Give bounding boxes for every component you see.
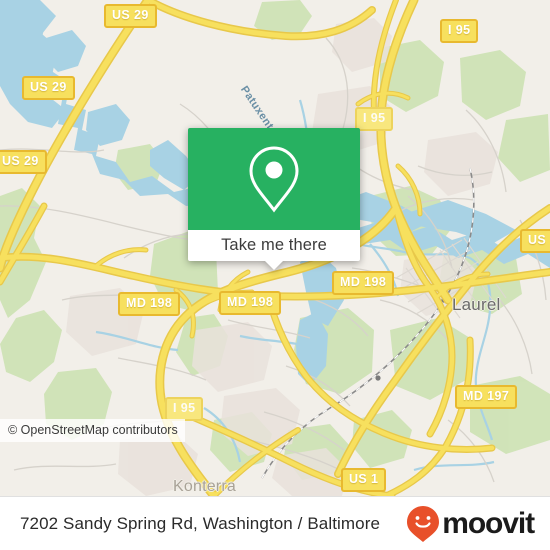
shield-i-95-south[interactable]: I 95	[165, 397, 204, 421]
shield-md-198-center[interactable]: MD 198	[219, 291, 282, 315]
popup-card-image	[188, 128, 360, 230]
shield-i-95-upper[interactable]: I 95	[355, 107, 394, 131]
moovit-pin-icon	[407, 505, 440, 542]
shield-us-29-north[interactable]: US 29	[104, 4, 157, 28]
take-me-there-label: Take me there	[221, 236, 327, 254]
place-label-laurel: Laurel	[452, 295, 501, 314]
place-label-konterra: Konterra	[173, 478, 236, 495]
popup-pointer	[265, 261, 283, 270]
shield-us-29-southwest[interactable]: US 29	[0, 150, 47, 174]
map-canvas[interactable]: Laurel Konterra Patuxent R US 29 US 29 U…	[0, 0, 550, 496]
shield-md-198-west[interactable]: MD 198	[118, 292, 181, 316]
map-attribution[interactable]: © OpenStreetMap contributors	[0, 419, 185, 442]
popup-card-body[interactable]: Take me there	[188, 230, 360, 270]
moovit-logo[interactable]: moovit	[406, 505, 535, 543]
shield-us-1-east[interactable]: US 1	[520, 229, 550, 253]
location-popup-card[interactable]: Take me there	[188, 128, 360, 270]
shield-us-29-west[interactable]: US 29	[22, 76, 75, 100]
map-pin-icon	[249, 146, 299, 213]
shield-us-1-south[interactable]: US 1	[341, 468, 387, 492]
shield-i-95-north[interactable]: I 95	[440, 19, 479, 43]
address-label: 7202 Sandy Spring Rd, Washington / Balti…	[20, 513, 381, 533]
moovit-map-screen: Laurel Konterra Patuxent R US 29 US 29 U…	[0, 0, 550, 550]
footer-bar: 7202 Sandy Spring Rd, Washington / Balti…	[0, 496, 550, 550]
shield-md-198-east[interactable]: MD 198	[332, 271, 395, 295]
moovit-wordmark: moovit	[442, 506, 535, 540]
shield-md-197[interactable]: MD 197	[455, 385, 518, 409]
